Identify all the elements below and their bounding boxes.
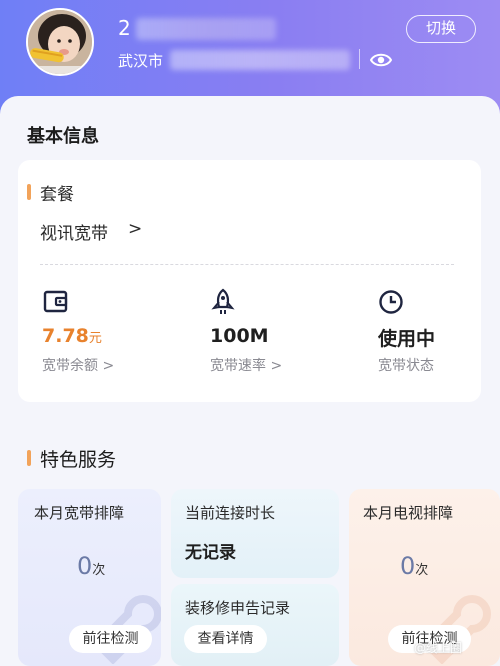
tv-fault-count-unit: 次 [415, 563, 429, 578]
watermark: @线上圈 [414, 641, 463, 655]
status-value: 使用中 [378, 328, 436, 350]
broadband-fault-count-unit: 次 [92, 563, 106, 578]
broadband-fault-count-value: 0 [77, 552, 93, 580]
balance-value[interactable]: 7.78元 [42, 325, 102, 347]
connection-time-value: 无记录 [185, 543, 236, 563]
tv-fault-name: 本月电视排障 [363, 504, 454, 522]
broadband-detect-button[interactable]: 前往检测 [69, 625, 152, 653]
phone-number-mask [136, 18, 276, 40]
repair-detail-button[interactable]: 查看详情 [184, 625, 267, 653]
city-address: 武汉市 [118, 52, 164, 70]
broadband-fault-name: 本月宽带排障 [34, 504, 125, 522]
balance-label[interactable]: 宽带余额 > [42, 355, 114, 375]
wallet-icon [43, 289, 69, 315]
repair-record-name: 装移修申告记录 [185, 599, 291, 617]
avatar[interactable] [26, 8, 94, 76]
tv-fault-count: 0次 [400, 552, 428, 580]
connection-time-name: 当前连接时长 [185, 504, 276, 522]
speed-label[interactable]: 宽带速率 > [210, 355, 282, 375]
package-accent-bar [27, 184, 31, 200]
package-name-link[interactable]: 视讯宽带 [40, 219, 108, 244]
address-mask [170, 50, 350, 70]
header-divider [359, 49, 360, 69]
tv-fault-count-value: 0 [400, 552, 416, 580]
eye-icon[interactable] [369, 50, 393, 70]
balance-unit: 元 [88, 331, 102, 346]
services-accent-bar [27, 450, 31, 466]
speed-value[interactable]: 100M [210, 325, 269, 347]
broadband-fault-count: 0次 [77, 552, 105, 580]
clock-icon [378, 289, 404, 315]
phone-number: 2 [118, 16, 132, 40]
balance-amount: 7.78 [42, 325, 89, 347]
package-label: 套餐 [40, 185, 74, 205]
basic-info-title: 基本信息 [27, 126, 99, 147]
switch-account-button[interactable]: 切换 [406, 15, 476, 43]
status-label: 宽带状态 [378, 358, 434, 374]
rocket-icon [210, 288, 236, 314]
card-divider [40, 264, 454, 265]
package-arrow[interactable]: > [128, 219, 142, 239]
services-title: 特色服务 [40, 449, 117, 471]
